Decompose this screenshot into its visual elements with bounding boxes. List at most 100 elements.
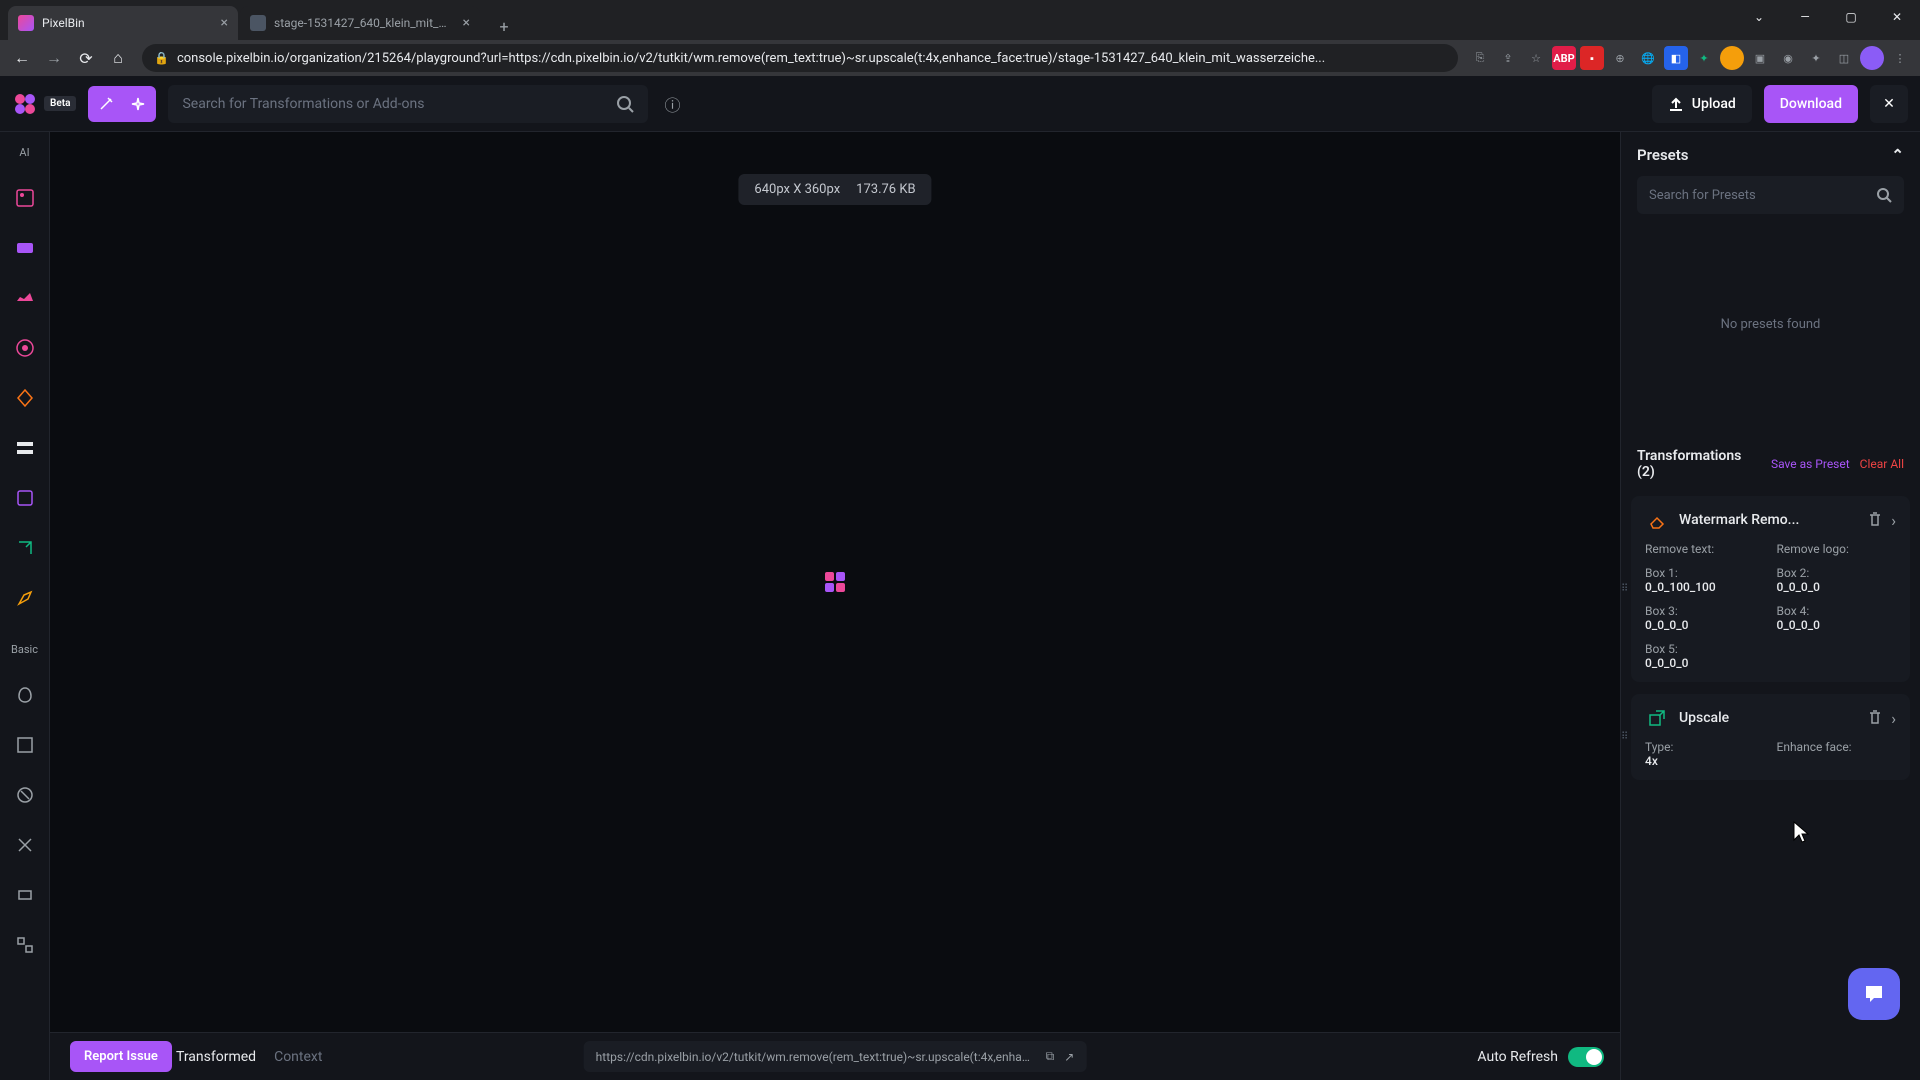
rail-tool-4[interactable] [10, 333, 40, 363]
close-icon[interactable]: × [463, 15, 470, 31]
side-panel-icon[interactable]: ◫ [1832, 46, 1856, 70]
auto-refresh: Auto Refresh [1477, 1047, 1604, 1067]
preset-search[interactable] [1637, 176, 1904, 214]
browser-tab[interactable]: stage-1531427_640_klein_mit_w... × [240, 6, 480, 40]
ext-blue-icon[interactable]: ◧ [1664, 46, 1688, 70]
browser-tab-active[interactable]: PixelBin × [8, 6, 238, 40]
presets-header[interactable]: Presets ⌃ [1637, 146, 1904, 164]
rail-tool-2[interactable] [10, 233, 40, 263]
url-text: console.pixelbin.io/organization/215264/… [177, 51, 1446, 66]
new-tab-button[interactable]: + [490, 12, 518, 40]
ext-globe-icon[interactable]: 🌐 [1636, 46, 1660, 70]
chevron-right-icon[interactable]: › [1891, 511, 1896, 530]
drag-handle-icon[interactable]: ⠿ [1621, 584, 1626, 595]
rail-basic-6[interactable] [10, 930, 40, 960]
open-icon[interactable]: ↗ [1064, 1050, 1074, 1064]
view-tabs: Transformed Context [176, 1049, 322, 1065]
search-input[interactable] [182, 96, 606, 112]
search-icon[interactable] [616, 95, 634, 113]
rail-tool-7[interactable] [10, 483, 40, 513]
info-icon[interactable]: ⓘ [660, 92, 684, 116]
close-window-icon[interactable]: ✕ [1874, 0, 1920, 34]
tab-transformed[interactable]: Transformed [176, 1049, 256, 1065]
chevron-right-icon[interactable]: › [1891, 709, 1896, 728]
copy-icon[interactable]: ⧉ [1046, 1049, 1055, 1064]
close-icon[interactable]: × [221, 15, 228, 31]
delete-icon[interactable] [1867, 709, 1883, 728]
rail-basic-1[interactable] [10, 680, 40, 710]
transform-card-upscale[interactable]: ⠿ Upscale › Type:4x Enhance face: [1631, 694, 1910, 780]
clear-all-link[interactable]: Clear All [1860, 457, 1904, 471]
caret-down-icon[interactable]: ⌄ [1736, 0, 1782, 34]
ext-abp-icon[interactable]: ABP [1552, 46, 1576, 70]
transform-card-watermark[interactable]: ⠿ Watermark Remo... › Remove text: Remov… [1631, 496, 1910, 682]
browser-toolbar: ← → ⟳ ⌂ 🔒 console.pixelbin.io/organizati… [0, 40, 1920, 76]
ext-world-icon[interactable]: ⊕ [1608, 46, 1632, 70]
ext-green-icon[interactable]: ✦ [1692, 46, 1716, 70]
transform-title: Upscale [1679, 710, 1857, 726]
tab-strip: PixelBin × stage-1531427_640_klein_mit_w… [0, 0, 1920, 40]
home-button[interactable]: ⌂ [104, 44, 132, 72]
rail-basic-2[interactable] [10, 730, 40, 760]
search-icon[interactable] [1876, 187, 1892, 203]
eraser-icon [1645, 508, 1669, 532]
ext-camera-icon[interactable]: ◉ [1776, 46, 1800, 70]
ext-gray-icon[interactable]: ▣ [1748, 46, 1772, 70]
rail-tool-6[interactable] [10, 433, 40, 463]
rail-basic-5[interactable] [10, 880, 40, 910]
delete-icon[interactable] [1867, 511, 1883, 530]
rail-tool-3[interactable] [10, 283, 40, 313]
rail-section-basic: Basic [11, 643, 38, 656]
auto-refresh-toggle[interactable] [1568, 1047, 1604, 1067]
maximize-icon[interactable]: ▢ [1828, 0, 1874, 34]
reload-button[interactable]: ⟳ [72, 44, 100, 72]
ext-orange-icon[interactable] [1720, 46, 1744, 70]
auto-refresh-label: Auto Refresh [1477, 1049, 1558, 1065]
save-preset-link[interactable]: Save as Preset [1771, 457, 1850, 471]
param-label: Box 4: [1777, 604, 1897, 618]
upload-button[interactable]: Upload [1652, 85, 1752, 123]
share-icon[interactable]: ⇪ [1496, 46, 1520, 70]
app-root: Beta ⓘ Upload Download ✕ AI [0, 76, 1920, 1080]
rail-tool-5[interactable] [10, 383, 40, 413]
left-rail: AI Basic [0, 132, 50, 1080]
param-value: 0_0_100_100 [1645, 580, 1765, 594]
preset-search-input[interactable] [1649, 188, 1868, 203]
star-icon[interactable]: ☆ [1524, 46, 1548, 70]
header-search[interactable] [168, 85, 648, 123]
rail-tool-8[interactable] [10, 533, 40, 563]
menu-icon[interactable]: ⋮ [1888, 46, 1912, 70]
translate-icon[interactable]: ⎘ [1468, 46, 1492, 70]
output-url: https://cdn.pixelbin.io/v2/tutkit/wm.rem… [584, 1041, 1087, 1072]
extensions-icon[interactable]: ✦ [1804, 46, 1828, 70]
param-value: 4x [1645, 754, 1765, 768]
param-value: 0_0_0_0 [1777, 618, 1897, 632]
logo[interactable]: Beta [12, 91, 76, 117]
favicon-icon [250, 15, 266, 31]
back-button[interactable]: ← [8, 44, 36, 72]
tab-context[interactable]: Context [274, 1049, 322, 1065]
bottom-bar: Report Issue Transformed Context https:/… [50, 1032, 1620, 1080]
download-button[interactable]: Download [1764, 85, 1858, 123]
rail-basic-4[interactable] [10, 830, 40, 860]
url-bar[interactable]: 🔒 console.pixelbin.io/organization/21526… [142, 44, 1458, 72]
drag-handle-icon[interactable]: ⠿ [1621, 732, 1626, 743]
chat-button[interactable] [1848, 968, 1900, 1020]
avatar-icon[interactable] [1860, 46, 1884, 70]
output-url-text: https://cdn.pixelbin.io/v2/tutkit/wm.rem… [596, 1050, 1036, 1064]
lock-icon: 🔒 [154, 51, 169, 65]
wand-icon[interactable] [92, 90, 120, 118]
forward-button[interactable]: → [40, 44, 68, 72]
rail-basic-3[interactable] [10, 780, 40, 810]
close-panel-button[interactable]: ✕ [1870, 85, 1908, 123]
rail-tool-9[interactable] [10, 583, 40, 613]
report-issue-button[interactable]: Report Issue [70, 1041, 172, 1072]
sparkle-icon[interactable] [124, 90, 152, 118]
transformations-title: Transformations (2) [1637, 448, 1761, 480]
rail-tool-1[interactable] [10, 183, 40, 213]
image-meta: 640px X 360px 173.76 KB [738, 174, 931, 205]
ext-red-icon[interactable]: ▪ [1580, 46, 1604, 70]
logo-mark-icon [12, 91, 38, 117]
minimize-icon[interactable]: — [1782, 0, 1828, 34]
presets-empty: No presets found [1637, 214, 1904, 434]
